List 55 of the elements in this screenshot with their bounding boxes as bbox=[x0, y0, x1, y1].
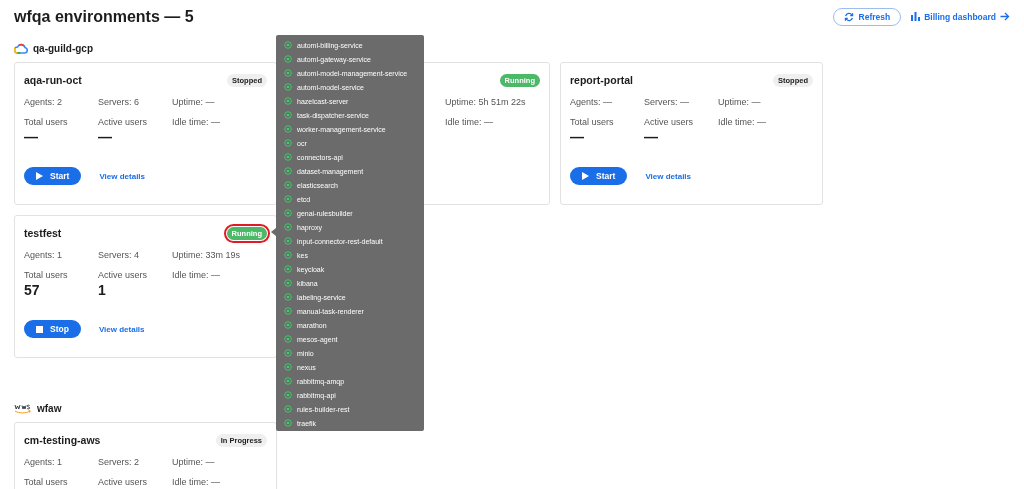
active-users-label: Active users bbox=[644, 117, 694, 127]
group-title: wfaw bbox=[37, 402, 62, 414]
uptime-text: Uptime: 33m 19s bbox=[172, 250, 242, 260]
agents-count: Agents: — bbox=[570, 97, 613, 107]
total-users-value: — bbox=[24, 129, 38, 145]
cloud-icon bbox=[14, 42, 28, 54]
total-users-value: — bbox=[570, 129, 584, 145]
page-title: wfqa environments — 5 bbox=[14, 7, 194, 26]
refresh-icon bbox=[843, 11, 854, 22]
uptime-text: Uptime: 5h 51m 22s bbox=[445, 97, 527, 107]
group-title: qa-guild-gcp bbox=[33, 42, 93, 54]
environment-name: cm-testing-aws bbox=[24, 434, 101, 446]
view-details-link[interactable]: View details bbox=[99, 171, 146, 181]
servers-count: Servers: 2 bbox=[98, 457, 139, 467]
active-users-value: 1 bbox=[98, 282, 106, 298]
idle-time-text: Idle time: — bbox=[718, 117, 766, 127]
uptime-text: Uptime: — bbox=[172, 457, 216, 467]
environment-name: aqa-run-oct bbox=[24, 74, 82, 86]
view-details-link[interactable]: View details bbox=[645, 171, 692, 181]
active-users-label: Active users bbox=[98, 270, 148, 280]
view-details-link[interactable]: View details bbox=[98, 324, 145, 334]
play-icon bbox=[36, 172, 43, 180]
idle-time-text: Idle time: — bbox=[172, 117, 220, 127]
start-button[interactable]: Start bbox=[24, 167, 82, 185]
environment-name: report-portal bbox=[570, 74, 633, 86]
servers-count: Servers: 6 bbox=[98, 97, 139, 107]
play-icon bbox=[582, 172, 589, 180]
refresh-button[interactable]: Refresh bbox=[832, 7, 902, 26]
uptime-text: Uptime: — bbox=[718, 97, 762, 107]
agents-count: Agents: 2 bbox=[24, 97, 63, 107]
agents-count: Agents: 1 bbox=[24, 457, 63, 467]
environment-name: testfest bbox=[24, 227, 62, 239]
active-users-label: Active users bbox=[98, 477, 148, 487]
bar-chart-icon bbox=[911, 12, 921, 21]
stop-button[interactable]: Stop bbox=[24, 320, 81, 338]
active-users-value: — bbox=[98, 129, 112, 145]
stop-icon bbox=[36, 325, 43, 333]
total-users-label: Total users bbox=[24, 117, 68, 127]
total-users-label: Total users bbox=[24, 477, 68, 487]
agents-count: Agents: 1 bbox=[24, 250, 63, 260]
idle-time-text: Idle time: — bbox=[172, 477, 220, 487]
start-button[interactable]: Start bbox=[570, 167, 628, 185]
total-users-value: 57 bbox=[24, 282, 40, 298]
aws-logo-icon bbox=[14, 402, 32, 414]
idle-time-text: Idle time: — bbox=[445, 117, 493, 127]
total-users-label: Total users bbox=[570, 117, 614, 127]
idle-time-text: Idle time: — bbox=[172, 270, 220, 280]
active-users-value: — bbox=[644, 129, 658, 145]
billing-dashboard-link[interactable]: Billing dashboard bbox=[911, 11, 1010, 22]
arrow-right-icon bbox=[1000, 12, 1010, 21]
servers-count: Servers: 4 bbox=[98, 250, 139, 260]
active-users-label: Active users bbox=[98, 117, 148, 127]
servers-count: Servers: — bbox=[644, 97, 689, 107]
total-users-label: Total users bbox=[24, 270, 68, 280]
uptime-text: Uptime: — bbox=[172, 97, 216, 107]
